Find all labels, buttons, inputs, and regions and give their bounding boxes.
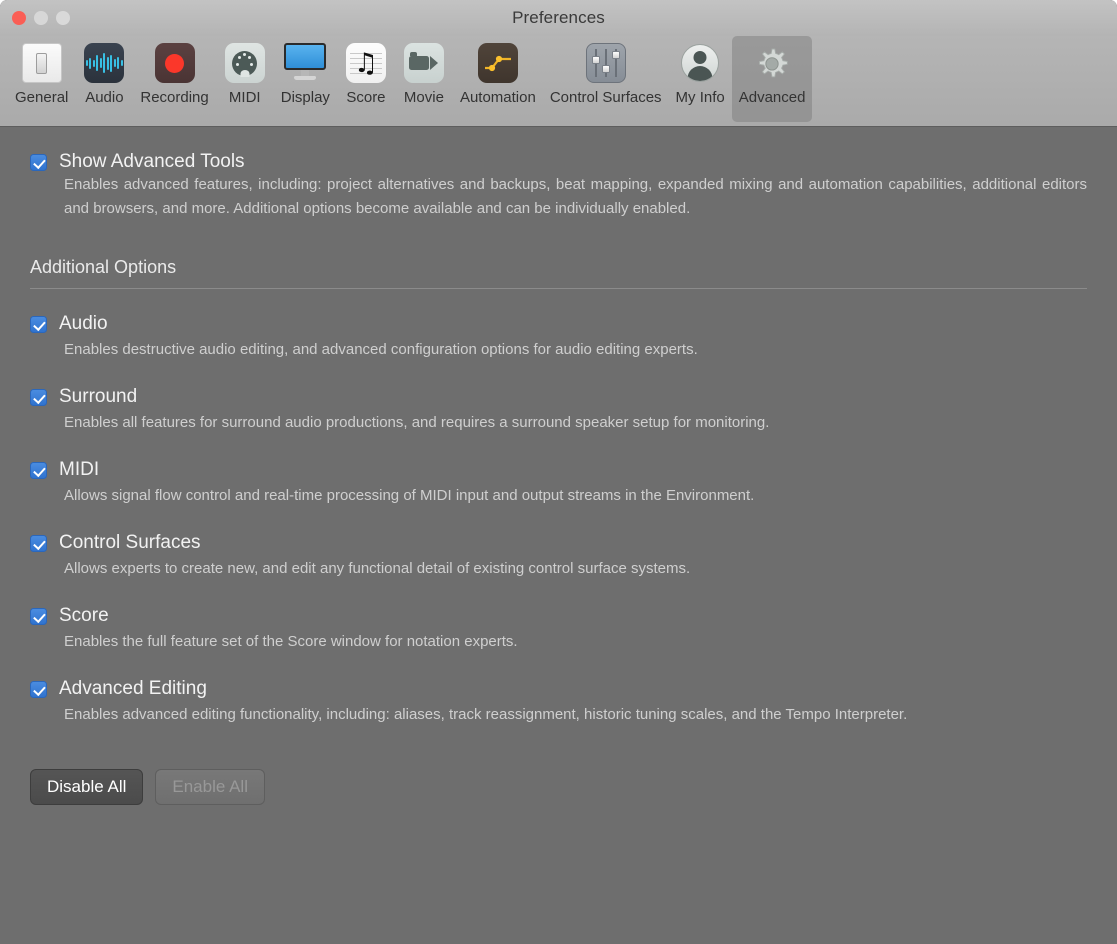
waveform-icon	[82, 41, 126, 85]
window-title: Preferences	[512, 8, 605, 27]
show-advanced-tools-label: Show Advanced Tools	[59, 151, 245, 172]
bulk-action-buttons: Disable All Enable All	[30, 769, 1087, 805]
record-dot-icon	[153, 41, 197, 85]
toolbar-label-audio: Audio	[85, 89, 124, 106]
zoom-button[interactable]	[56, 11, 70, 25]
section-divider	[30, 288, 1087, 289]
option-midi-description: Allows signal flow control and real-time…	[64, 487, 755, 504]
toolbar-label-control-surfaces: Control Surfaces	[549, 89, 662, 106]
option-audio-label: Audio	[59, 313, 108, 334]
option-advanced-editing-checkbox[interactable]	[30, 681, 47, 698]
toolbar-item-my-info[interactable]: My Info	[669, 36, 732, 110]
user-avatar-icon	[678, 41, 722, 85]
toolbar-item-display[interactable]: Display	[274, 36, 337, 110]
option-audio-row[interactable]: Audio	[30, 313, 1087, 335]
traffic-lights	[12, 11, 70, 25]
option-control-surfaces-row[interactable]: Control Surfaces	[30, 532, 1087, 554]
preferences-window: Preferences General Audio Recording MIDI…	[0, 0, 1117, 944]
option-surround-row[interactable]: Surround	[30, 386, 1087, 408]
option-midi-checkbox[interactable]	[30, 462, 47, 479]
toolbar-item-audio[interactable]: Audio	[75, 36, 133, 110]
toolbar-label-display: Display	[280, 89, 330, 106]
toolbar-item-control-surfaces[interactable]: Control Surfaces	[543, 36, 669, 110]
toolbar-label-general: General	[15, 89, 69, 106]
enable-all-button[interactable]: Enable All	[155, 769, 265, 805]
option-surround-description: Enables all features for surround audio …	[64, 414, 770, 431]
light-switch-icon	[20, 41, 64, 85]
automation-curve-icon	[476, 41, 520, 85]
option-surround-checkbox[interactable]	[30, 389, 47, 406]
option-score-checkbox[interactable]	[30, 608, 47, 625]
toolbar-item-general[interactable]: General	[8, 36, 75, 110]
toolbar-label-movie: Movie	[403, 89, 444, 106]
show-advanced-tools-row[interactable]: Show Advanced Tools	[30, 151, 1087, 173]
option-score-label: Score	[59, 605, 109, 626]
toolbar-label-midi: MIDI	[228, 89, 261, 106]
option-advanced-editing-description: Enables advanced editing functionality, …	[64, 706, 908, 723]
additional-options-heading: Additional Options	[30, 257, 177, 277]
option-score-row[interactable]: Score	[30, 605, 1087, 627]
titlebar: Preferences	[0, 0, 1117, 36]
toolbar-item-midi[interactable]: MIDI	[216, 36, 274, 110]
toolbar-label-recording: Recording	[140, 89, 209, 106]
option-audio-checkbox[interactable]	[30, 316, 47, 333]
option-midi: MIDI Allows signal flow control and real…	[30, 459, 1087, 508]
midi-din-connector-icon	[223, 41, 267, 85]
option-score-description: Enables the full feature set of the Scor…	[64, 633, 518, 650]
faders-icon	[584, 41, 628, 85]
toolbar-label-advanced: Advanced	[738, 89, 806, 106]
toolbar-item-score[interactable]: ♫ Score	[337, 36, 395, 110]
minimize-button[interactable]	[34, 11, 48, 25]
option-advanced-editing-label: Advanced Editing	[59, 678, 207, 699]
option-surround-label: Surround	[59, 386, 138, 407]
option-midi-label: MIDI	[59, 459, 100, 480]
show-advanced-tools-block: Show Advanced Tools Enables advanced fea…	[30, 151, 1087, 221]
option-advanced-editing: Advanced Editing Enables advanced editin…	[30, 678, 1087, 727]
toolbar-item-advanced[interactable]: Advanced	[731, 36, 813, 122]
toolbar-item-automation[interactable]: Automation	[453, 36, 543, 110]
toolbar-item-recording[interactable]: Recording	[133, 36, 215, 110]
monitor-icon	[283, 41, 327, 85]
option-advanced-editing-row[interactable]: Advanced Editing	[30, 678, 1087, 700]
toolbar-label-automation: Automation	[459, 89, 536, 106]
close-button[interactable]	[12, 11, 26, 25]
toolbar-label-score: Score	[346, 89, 386, 106]
show-advanced-tools-description: Enables advanced features, including: pr…	[64, 176, 1087, 217]
video-camera-icon	[402, 41, 446, 85]
disable-all-button[interactable]: Disable All	[30, 769, 144, 805]
toolbar-label-my-info: My Info	[675, 89, 725, 106]
toolbar-item-movie[interactable]: Movie	[395, 36, 453, 110]
option-control-surfaces-label: Control Surfaces	[59, 532, 201, 553]
option-audio-description: Enables destructive audio editing, and a…	[64, 341, 698, 358]
preferences-toolbar: General Audio Recording MIDI Display ♫ S…	[0, 36, 1117, 127]
music-note-staff-icon: ♫	[344, 41, 388, 85]
option-midi-row[interactable]: MIDI	[30, 459, 1087, 481]
advanced-preferences-pane: Show Advanced Tools Enables advanced fea…	[0, 127, 1117, 943]
option-control-surfaces: Control Surfaces Allows experts to creat…	[30, 532, 1087, 581]
option-control-surfaces-checkbox[interactable]	[30, 535, 47, 552]
option-control-surfaces-description: Allows experts to create new, and edit a…	[64, 560, 691, 577]
gear-icon	[750, 41, 794, 85]
option-score: Score Enables the full feature set of th…	[30, 605, 1087, 654]
show-advanced-tools-checkbox[interactable]	[30, 154, 47, 171]
option-surround: Surround Enables all features for surrou…	[30, 386, 1087, 435]
option-audio: Audio Enables destructive audio editing,…	[30, 313, 1087, 362]
